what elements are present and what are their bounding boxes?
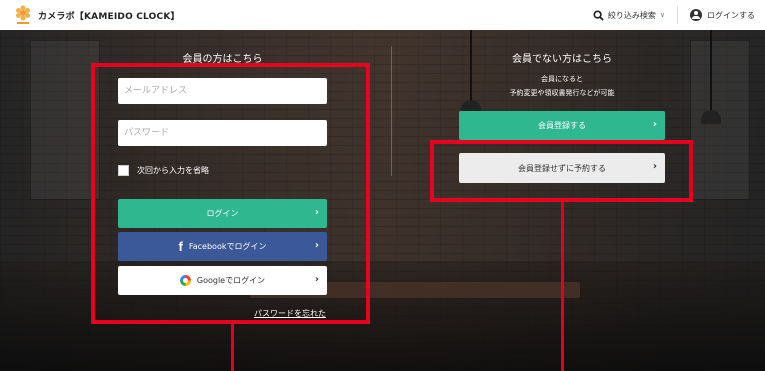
panel-divider xyxy=(391,46,392,176)
nonmember-panel-title: 会員でない方はこちら xyxy=(512,54,612,65)
filter-search-label: 絞り込み検索 xyxy=(607,10,656,20)
annotation-line-member xyxy=(231,323,234,371)
nonmember-subtext-2: 予約変更や領収書発行などが可能 xyxy=(509,89,615,97)
annotation-box-member xyxy=(91,63,370,324)
chevron-right-icon: › xyxy=(652,119,657,130)
annotation-line-guest xyxy=(561,201,564,371)
header-login-label: ログインする xyxy=(707,10,755,20)
search-icon xyxy=(593,9,604,21)
bg-lamp-cord xyxy=(710,30,712,115)
register-button-label: 会員登録する xyxy=(538,121,586,130)
bg-window xyxy=(30,40,100,200)
header-actions: 絞り込み検索 ∨ ログインする xyxy=(593,0,755,30)
bg-lampshade xyxy=(701,110,721,124)
header-login-link[interactable]: ログインする xyxy=(678,9,755,21)
nonmember-subtext-1: 会員になると xyxy=(541,75,583,83)
annotation-box-guest xyxy=(430,140,693,202)
flower-logo-icon[interactable] xyxy=(14,5,32,25)
user-icon xyxy=(690,9,702,21)
top-header: カメラボ【KAMEIDO CLOCK】 絞り込み検索 ∨ ログインする xyxy=(0,0,765,30)
filter-search-button[interactable]: 絞り込み検索 ∨ xyxy=(593,6,678,24)
site-brand[interactable]: カメラボ【KAMEIDO CLOCK】 xyxy=(38,9,180,22)
chevron-down-icon: ∨ xyxy=(659,11,665,19)
register-button[interactable]: 会員登録する › xyxy=(459,111,665,140)
